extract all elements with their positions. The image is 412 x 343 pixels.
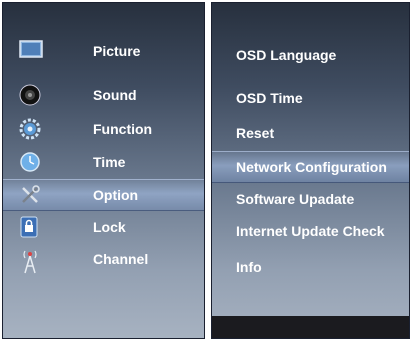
clock-icon	[19, 151, 41, 173]
menu-item-channel[interactable]: Channel	[3, 244, 204, 274]
menu-item-label: Option	[93, 187, 139, 203]
menu-item-option[interactable]: Option	[3, 179, 204, 211]
gear-icon	[19, 118, 41, 140]
submenu-item-info[interactable]: Info	[212, 252, 409, 282]
menu-item-label: Function	[93, 121, 153, 137]
menu-item-label: Time	[93, 154, 126, 170]
submenu-item-label: Internet Update Check	[236, 223, 385, 239]
submenu-item-reset[interactable]: Reset	[212, 118, 409, 148]
menu-item-label: Picture	[93, 43, 141, 59]
menu-item-function[interactable]: Function	[3, 114, 204, 144]
lock-icon	[19, 216, 41, 238]
speaker-icon	[19, 84, 41, 106]
submenu-item-network-configuration[interactable]: Network Configuration	[212, 151, 409, 183]
submenu-item-label: OSD Language	[236, 47, 337, 63]
submenu-panel: OSD Language OSD Time Reset Network Conf…	[211, 2, 410, 339]
submenu-item-label: Network Configuration	[236, 159, 387, 175]
menu-item-picture[interactable]: Picture	[3, 36, 204, 66]
submenu-item-osd-time[interactable]: OSD Time	[212, 83, 409, 113]
picture-icon	[19, 40, 43, 62]
menu-item-sound[interactable]: Sound	[3, 80, 204, 110]
menu-item-label: Channel	[93, 251, 149, 267]
menu-item-lock[interactable]: Lock	[3, 212, 204, 242]
bottom-status-strip	[212, 316, 409, 338]
menu-item-time[interactable]: Time	[3, 147, 204, 177]
menu-item-label: Sound	[93, 87, 137, 103]
antenna-icon	[19, 248, 41, 274]
submenu-item-software-update[interactable]: Software Upadate	[212, 184, 409, 214]
submenu-item-label: Reset	[236, 125, 275, 141]
main-menu-panel: Picture Sound Function Time Option Lock	[2, 2, 205, 339]
submenu-item-internet-update-check[interactable]: Internet Update Check	[212, 216, 409, 246]
tools-icon	[19, 184, 41, 206]
submenu-item-osd-language[interactable]: OSD Language	[212, 40, 409, 70]
submenu-item-label: Software Upadate	[236, 191, 355, 207]
submenu-item-label: OSD Time	[236, 90, 303, 106]
submenu-item-label: Info	[236, 259, 262, 275]
menu-item-label: Lock	[93, 219, 126, 235]
